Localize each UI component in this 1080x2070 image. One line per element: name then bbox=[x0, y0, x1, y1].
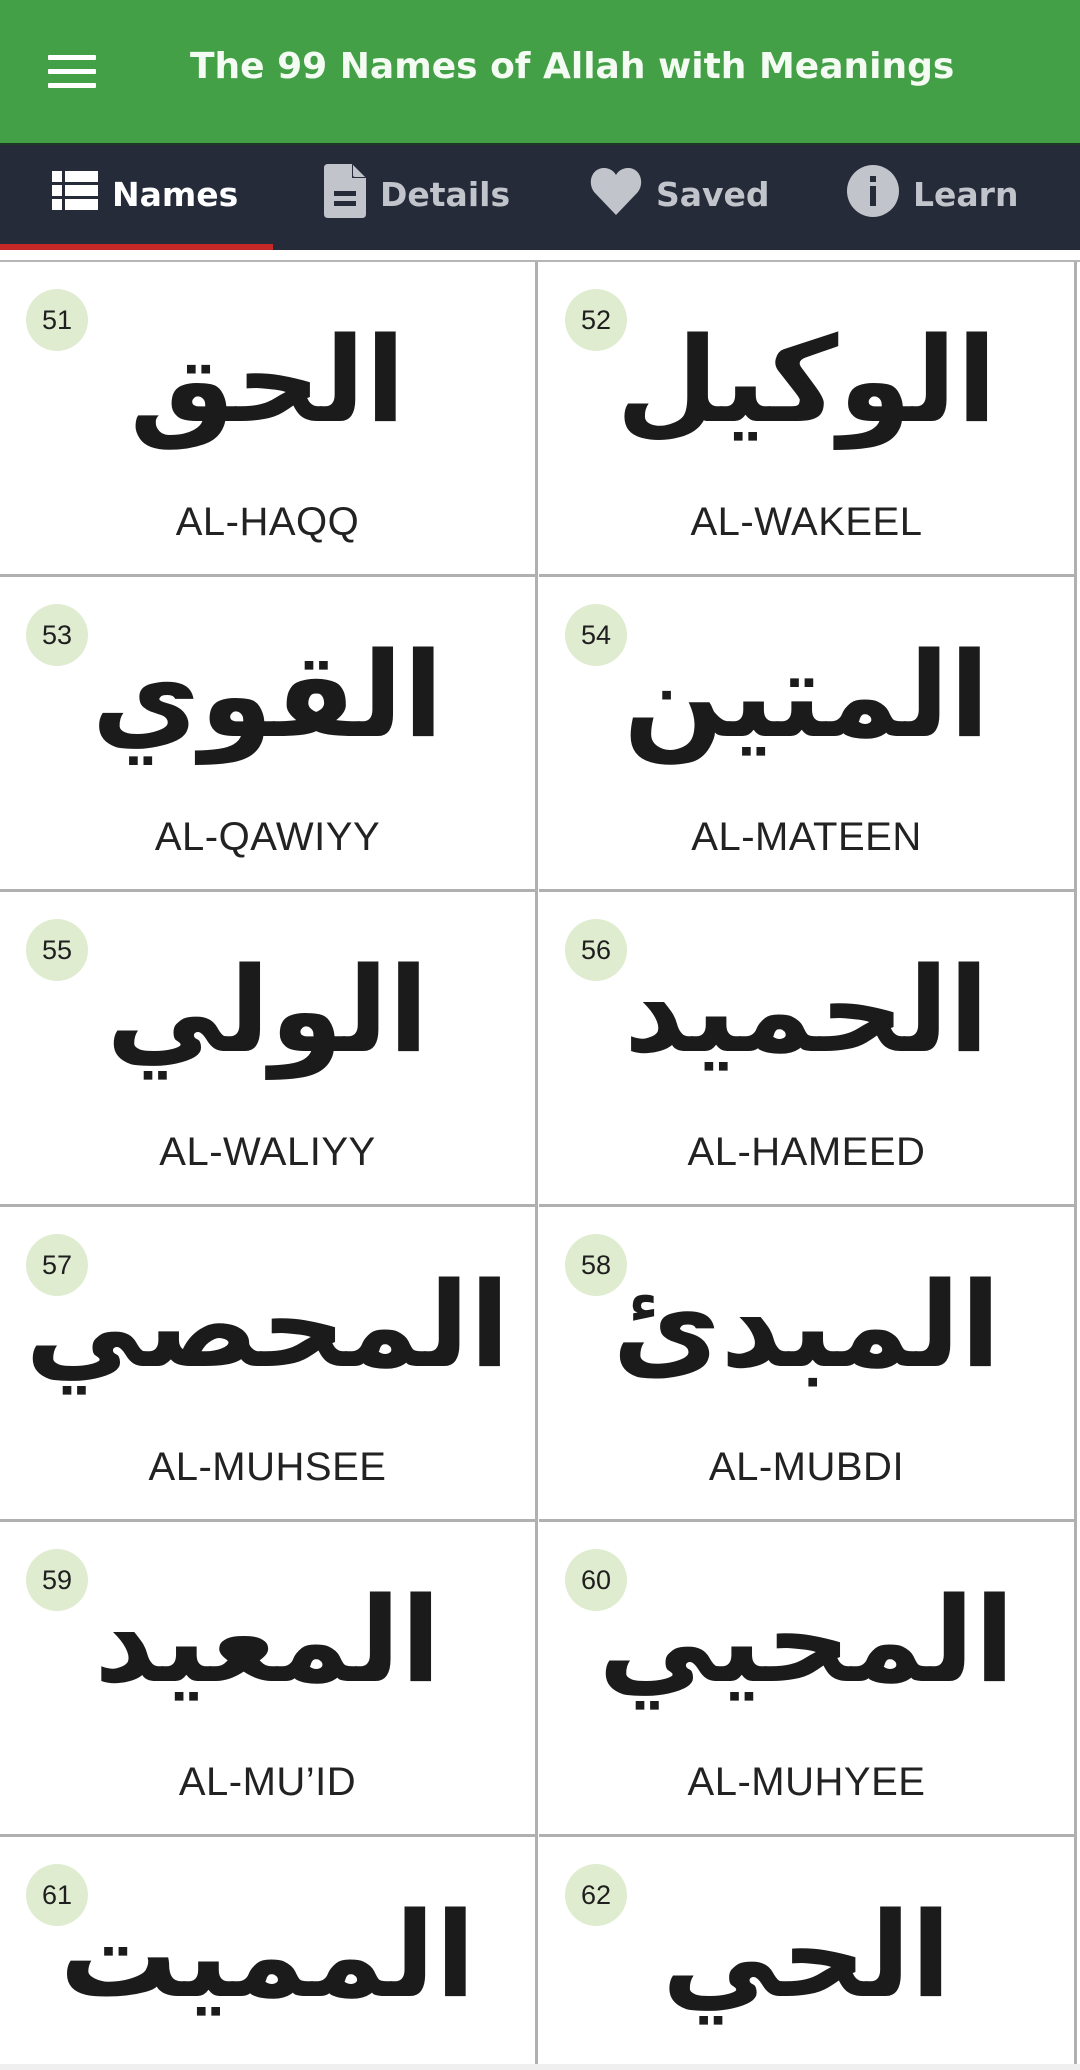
hamburger-menu-icon[interactable] bbox=[48, 52, 98, 92]
name-card-60[interactable]: 60 المحيي AL-MUHYEE bbox=[539, 1522, 1077, 1837]
bottom-edge bbox=[0, 2064, 1080, 2070]
heart-icon bbox=[590, 167, 642, 223]
name-card-53[interactable]: 53 القوي AL-QAWIYY bbox=[0, 577, 538, 892]
name-card-57[interactable]: 57 المحصي AL-MUHSEE bbox=[0, 1207, 538, 1522]
transliteration-label: AL-HAQQ bbox=[175, 500, 360, 544]
tab-details[interactable]: Details bbox=[324, 145, 510, 244]
name-card-52[interactable]: 52 الوكيل AL-WAKEEL bbox=[539, 262, 1077, 577]
transliteration-label: AL-MUHYEE bbox=[687, 1760, 926, 1804]
arabic-calligraphy: المعيد bbox=[94, 1571, 441, 1709]
document-icon bbox=[324, 163, 366, 226]
tab-names[interactable]: Names bbox=[52, 145, 238, 244]
transliteration-label: AL-WAKEEL bbox=[690, 500, 923, 544]
name-card-54[interactable]: 54 المتين AL-MATEEN bbox=[539, 577, 1077, 892]
transliteration-label: AL-MU’ID bbox=[178, 1760, 357, 1804]
arabic-calligraphy: القوي bbox=[91, 626, 444, 764]
arabic-calligraphy: المحصي bbox=[25, 1256, 510, 1394]
menu-bar bbox=[48, 69, 96, 74]
transliteration-label: AL-MATEEN bbox=[691, 815, 922, 859]
name-card-56[interactable]: 56 الحميد AL-HAMEED bbox=[539, 892, 1077, 1207]
transliteration-label: AL-WALIYY bbox=[159, 1130, 376, 1174]
app-title: The 99 Names of Allah with Meanings bbox=[190, 46, 955, 87]
name-card-51[interactable]: 51 الحق AL-HAQQ bbox=[0, 262, 538, 577]
arabic-calligraphy: المبدئ bbox=[612, 1256, 1001, 1394]
tab-label: Learn bbox=[913, 175, 1019, 214]
name-card-58[interactable]: 58 المبدئ AL-MUBDI bbox=[539, 1207, 1077, 1522]
transliteration-label: AL-QAWIYY bbox=[154, 815, 381, 859]
menu-bar bbox=[48, 83, 96, 88]
arabic-calligraphy: الحميد bbox=[623, 941, 990, 1079]
name-card-62[interactable]: 62 الحي bbox=[539, 1837, 1077, 2064]
tab-label: Details bbox=[380, 175, 511, 214]
name-card-61[interactable]: 61 المميت bbox=[0, 1837, 538, 2064]
transliteration-label: AL-MUBDI bbox=[708, 1445, 905, 1489]
transliteration-label: AL-MUHSEE bbox=[148, 1445, 387, 1489]
list-icon bbox=[52, 170, 98, 219]
arabic-calligraphy: المحيي bbox=[598, 1571, 1015, 1709]
name-card-59[interactable]: 59 المعيد AL-MU’ID bbox=[0, 1522, 538, 1837]
tab-learn[interactable]: Learn bbox=[847, 145, 1018, 244]
tab-saved[interactable]: Saved bbox=[590, 145, 770, 244]
arabic-calligraphy: الحي bbox=[661, 1886, 952, 2024]
info-icon bbox=[847, 164, 899, 225]
arabic-calligraphy: الحق bbox=[129, 311, 406, 449]
transliteration-label: AL-HAMEED bbox=[687, 1130, 926, 1174]
arabic-calligraphy: الوكيل bbox=[616, 311, 997, 449]
grid-top-border bbox=[0, 250, 1080, 262]
arabic-calligraphy: المتين bbox=[623, 626, 990, 764]
arabic-calligraphy: المميت bbox=[59, 1886, 476, 2024]
menu-bar bbox=[48, 55, 96, 60]
app-bar: The 99 Names of Allah with Meanings bbox=[0, 0, 1080, 145]
tab-bar: Names Details Saved Learn bbox=[0, 145, 1080, 250]
arabic-calligraphy: الولي bbox=[106, 941, 429, 1079]
tab-label: Saved bbox=[656, 175, 770, 214]
tab-label: Names bbox=[112, 175, 239, 214]
name-card-55[interactable]: 55 الولي AL-WALIYY bbox=[0, 892, 538, 1207]
